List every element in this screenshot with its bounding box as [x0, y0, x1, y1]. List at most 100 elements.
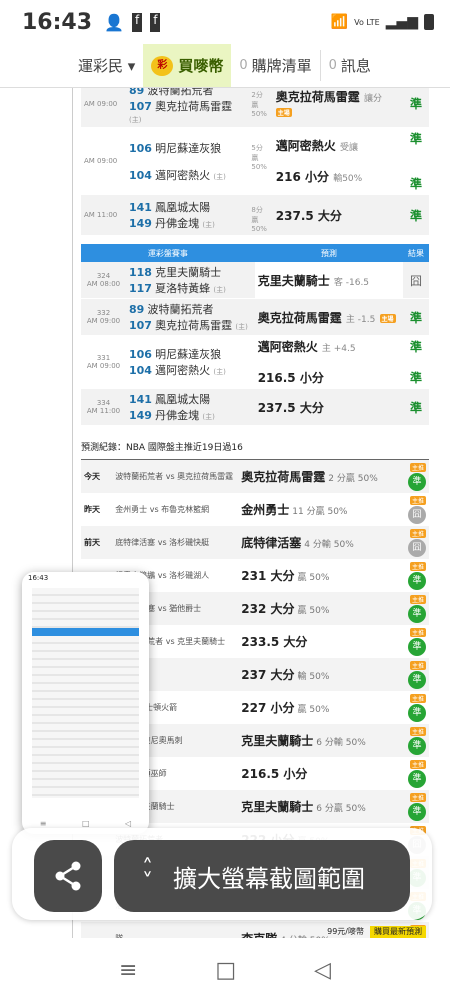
- info-tag: 主推: [409, 693, 426, 703]
- info-tag: 主推: [409, 462, 426, 472]
- record-result-text: 6 分輸 50%: [316, 738, 366, 748]
- team-number: 117: [129, 282, 152, 295]
- status-time: 16:43: [22, 9, 93, 35]
- status-bar: 16:43 👤 f f 📶 Vo LTE ▂▄▆: [0, 0, 450, 44]
- team-number: 89: [129, 88, 145, 97]
- prediction: 237.5 大分: [254, 388, 403, 426]
- table-row: AM 09:00 89 波特蘭拓荒者 107 奧克拉荷馬雷霆 (主) 2分贏 50…: [81, 88, 429, 128]
- record-result-text: 贏 50%: [297, 705, 330, 715]
- percent: 50%: [251, 163, 267, 171]
- table-row: AM 09:00 106 明尼蘇達灰狼 104 邁阿密熱火 (主) 5分贏 50%…: [81, 127, 429, 195]
- record-prediction: 奧克拉荷馬雷霆 2 分贏 50%: [238, 459, 389, 493]
- team-number: 149: [129, 409, 152, 422]
- prediction-2: 216.5 小分: [257, 371, 324, 385]
- recent-apps-button[interactable]: ≡: [119, 958, 137, 983]
- cart-label: 購牌清單: [251, 57, 312, 75]
- result: 準: [403, 88, 429, 128]
- buy-coin-button[interactable]: 彩 買嘜幣: [143, 44, 232, 87]
- record-result-text: 贏 50%: [297, 606, 330, 616]
- record-prediction: 233.5 大分: [241, 635, 308, 649]
- share-button[interactable]: [34, 840, 102, 912]
- prediction-note: 客 -16.5: [333, 277, 370, 288]
- record-result-text: 輸 50%: [297, 672, 330, 682]
- record-game: 底特律活塞 vs 洛杉磯快艇: [112, 526, 239, 559]
- home-tag: 主場: [379, 313, 396, 323]
- result: 準: [403, 388, 429, 426]
- buy-label: 買嘜幣: [178, 57, 224, 75]
- header-games: 運彩盤賽事: [81, 244, 255, 262]
- team-name: 鳳凰城太陽: [155, 201, 211, 214]
- prediction-2: 216 小分: [275, 170, 330, 184]
- message-label: 訊息: [340, 57, 371, 75]
- user-menu[interactable]: 運彩民 ▾: [70, 44, 143, 87]
- battery-icon: [424, 14, 434, 30]
- back-button[interactable]: ◁: [314, 958, 331, 983]
- cart-count: 0: [239, 58, 248, 73]
- info-tag: 主推: [409, 792, 426, 802]
- cart-button[interactable]: 0 購牌清單: [231, 44, 319, 87]
- record-date: 今天: [81, 459, 113, 493]
- home-tag: 主場: [275, 108, 292, 117]
- record-row: 今天 波特蘭拓荒者 vs 奧克拉荷馬雷霆 奧克拉荷馬雷霆 2 分贏 50% 主推準: [81, 459, 429, 493]
- user-label: 運彩民 ▾: [78, 57, 136, 75]
- facebook-icon: f: [131, 12, 143, 32]
- home-button[interactable]: □: [215, 958, 236, 983]
- table-row: 331 AM 09:00 106 明尼蘇達灰狼 104 邁阿密熱火 (主) 邁阿密…: [81, 335, 429, 389]
- record-result-text: 6 分贏 50%: [316, 804, 366, 814]
- record-result-text: 11 分贏 50%: [292, 507, 348, 517]
- screenshot-thumbnail[interactable]: 16:43 ≡ □ ◁: [22, 572, 149, 834]
- team-name: 邁阿密熱火: [155, 168, 211, 182]
- message-button[interactable]: 0 訊息: [321, 44, 379, 87]
- prediction: 237.5 大分: [272, 194, 403, 236]
- record-prediction: 237 大分輸 50%: [238, 658, 389, 691]
- record-prediction: 231 大分贏 50%: [241, 569, 330, 583]
- result-badge: 準: [408, 704, 426, 722]
- record-result-text: 贏 50%: [297, 573, 330, 583]
- result-badge: 囧: [408, 539, 426, 557]
- result-2: 準: [409, 371, 422, 385]
- team-number: 141: [129, 201, 152, 214]
- record-result-text: 4 分輸 50%: [304, 540, 354, 550]
- info-tag: 主推: [409, 594, 426, 604]
- result: 準: [403, 194, 429, 236]
- table-row: 334 AM 11:00 141 鳳凰城太陽 149 丹佛金塊 (主) 237.5…: [81, 388, 429, 426]
- prediction: 克里夫蘭騎士: [257, 273, 330, 288]
- record-result-text: 2 分贏 50%: [328, 474, 378, 484]
- team-name: 丹佛金塊: [155, 217, 200, 230]
- team-number: 104: [129, 168, 152, 182]
- result: 囧: [403, 262, 429, 299]
- result-badge: 準: [408, 473, 426, 491]
- score: 8分贏: [251, 206, 263, 224]
- add-user-icon: 👤: [104, 12, 124, 32]
- prediction: 邁阿密熱火: [257, 340, 318, 354]
- prediction: 奧克拉荷馬雷霆: [257, 310, 342, 325]
- team-name: 明尼蘇達灰狼: [155, 348, 222, 361]
- buy-prediction-button[interactable]: 購買最新預測: [370, 926, 426, 938]
- thumb-preview: [32, 588, 139, 798]
- top-nav: 運彩民 ▾ 彩 買嘜幣 0 購牌清單 0 訊息: [0, 44, 450, 88]
- team-number: 89: [129, 303, 145, 316]
- result-2: 準: [409, 177, 422, 191]
- result-badge: 囧: [408, 506, 426, 524]
- screenshot-toolbar: ˄ ˅ 擴大螢幕截圖範圍: [12, 828, 432, 920]
- expand-screenshot-button[interactable]: ˄ ˅ 擴大螢幕截圖範圍: [114, 840, 410, 912]
- table-row: 332 AM 09:00 89 波特蘭拓荒者 107 奧克拉荷馬雷霆 (主) 奧克…: [81, 298, 429, 336]
- share-icon: [55, 861, 81, 891]
- team-name: 奧克拉荷馬雷霆: [155, 100, 233, 113]
- game-id: 331: [96, 354, 111, 362]
- record-date: 前天: [81, 526, 113, 559]
- game-id: 334: [96, 399, 111, 407]
- team-name: 波特蘭拓荒者: [147, 303, 214, 316]
- result-badge: 準: [408, 770, 426, 788]
- header-result: 結果: [403, 244, 429, 262]
- prediction-note: 受讓: [339, 143, 358, 153]
- facebook-icon-2: f: [150, 12, 161, 32]
- percent: 50%: [251, 225, 267, 233]
- team-name: 波特蘭拓荒者: [147, 88, 214, 97]
- prediction: 奧克拉荷馬雷霆: [275, 90, 360, 104]
- team-name: 夏洛特黃蜂: [155, 282, 211, 295]
- system-nav-bar: ≡ □ ◁: [0, 940, 450, 1000]
- coin-icon: 彩: [151, 55, 174, 76]
- volte-icon: Vo LTE: [354, 17, 380, 27]
- game-time: AM 11:00: [86, 407, 121, 415]
